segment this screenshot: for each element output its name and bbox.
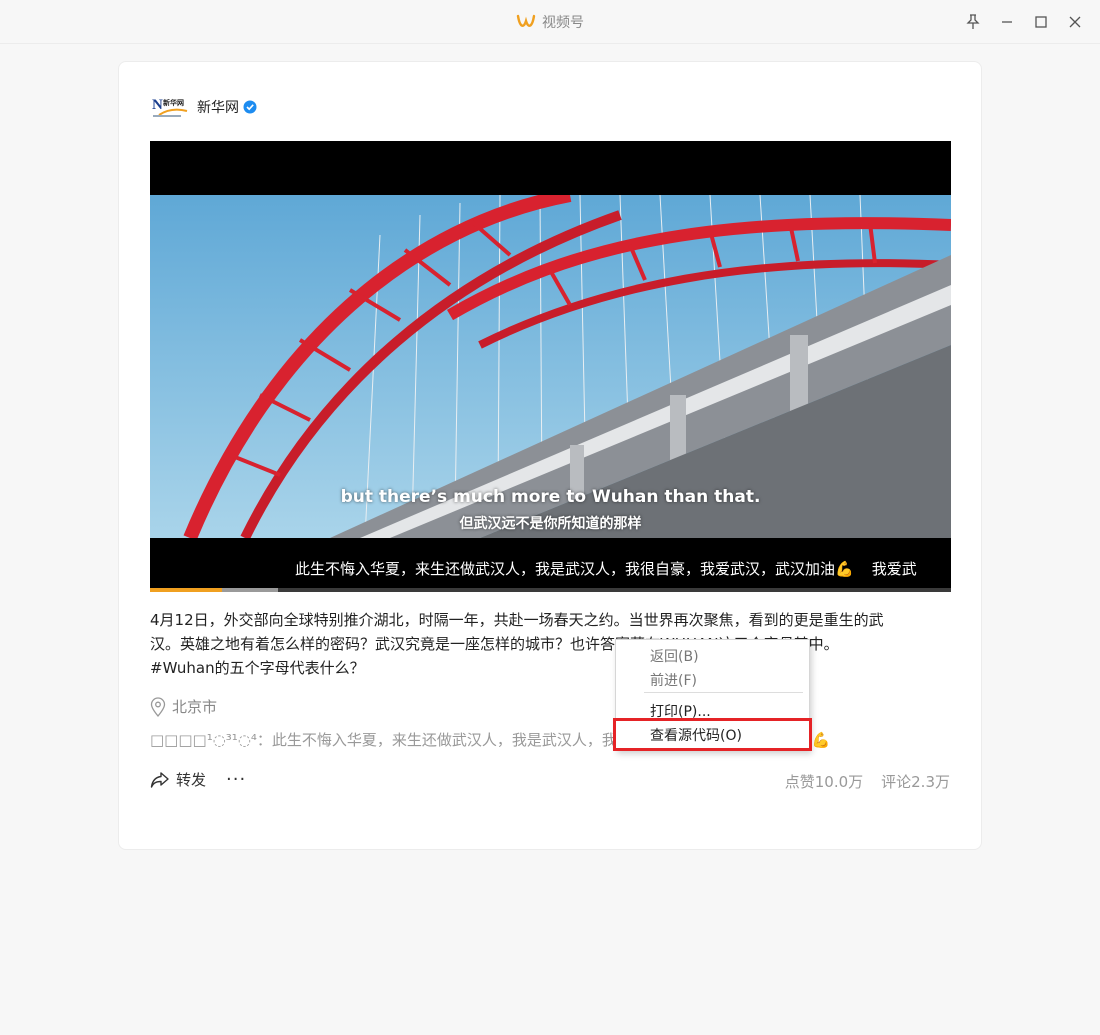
- hashtag-line[interactable]: #Wuhan的五个字母代表什么？: [150, 656, 950, 680]
- post-description: 4月12日，外交部向全球特别推介湖北，时隔一年，共赴一场春天之约。当世界再次聚焦…: [150, 608, 950, 680]
- location-text: 北京市: [172, 698, 218, 716]
- description-line: 4月12日，外交部向全球特别推介湖北，时隔一年，共赴一场春天之约。当世界再次聚焦…: [150, 611, 884, 629]
- post-stats: 点赞10.0万 评论2.3万: [785, 771, 950, 792]
- close-icon: [1069, 16, 1081, 28]
- maximize-icon: [1035, 16, 1047, 28]
- verified-badge-icon: [243, 100, 257, 114]
- channels-logo-icon: [516, 14, 536, 34]
- share-button[interactable]: 转发: [150, 769, 206, 790]
- description-line: 汉。英雄之地有着怎么样的密码？武汉究竟是一座怎样的城市？也许答案藏在WUHAN这…: [150, 635, 839, 653]
- title-bar: 视频号: [0, 0, 1100, 44]
- danmu-bar: 此生不悔入华夏，来生还做武汉人，我是武汉人，我很自豪，我爱武汉，武汉加油💪 我爱武: [295, 558, 917, 579]
- pin-button[interactable]: [961, 10, 985, 34]
- minimize-icon: [1002, 21, 1012, 23]
- maximize-button[interactable]: [1029, 10, 1053, 34]
- highlight-box: [613, 718, 812, 751]
- progress-played: [150, 588, 223, 592]
- location-pin-icon: [150, 696, 166, 717]
- location: 北京市: [150, 696, 217, 717]
- more-options-button[interactable]: ···: [226, 769, 246, 790]
- post-card: N 新华网 新华网 but there’s much more to Wuhan…: [118, 61, 982, 850]
- menu-separator: [644, 692, 803, 693]
- app-title: 视频号: [0, 12, 1100, 34]
- app-title-text: 视频号: [542, 15, 584, 31]
- avatar-logo-text: 新华网: [163, 99, 184, 107]
- post-actions: 转发 ···: [150, 769, 246, 790]
- svg-text:N: N: [152, 97, 163, 113]
- pin-icon: [966, 14, 980, 29]
- video-player[interactable]: but there’s much more to Wuhan than that…: [150, 141, 951, 592]
- like-count[interactable]: 点赞10.0万: [785, 773, 863, 791]
- comment-count[interactable]: 评论2.3万: [881, 773, 950, 791]
- author-header[interactable]: N 新华网 新华网: [151, 92, 257, 122]
- minimize-button[interactable]: [995, 10, 1019, 34]
- subtitle-english: but there’s much more to Wuhan than that…: [340, 487, 761, 507]
- menu-item-back[interactable]: 返回(B): [650, 646, 699, 666]
- video-progress-bar[interactable]: [150, 588, 951, 592]
- share-icon: [150, 771, 169, 788]
- close-button[interactable]: [1063, 10, 1087, 34]
- subtitle-chinese: 但武汉远不是你所知道的那样: [459, 516, 642, 532]
- share-label: 转发: [176, 771, 207, 789]
- danmu-comment: 此生不悔入华夏，来生还做武汉人，我是武汉人，我很自豪，我爱武汉，武汉加油💪: [295, 560, 854, 578]
- danmu-comment: 我爱武: [871, 560, 917, 578]
- author-name[interactable]: 新华网: [197, 97, 239, 117]
- menu-item-forward[interactable]: 前进(F): [650, 670, 697, 690]
- avatar[interactable]: N 新华网: [151, 93, 189, 121]
